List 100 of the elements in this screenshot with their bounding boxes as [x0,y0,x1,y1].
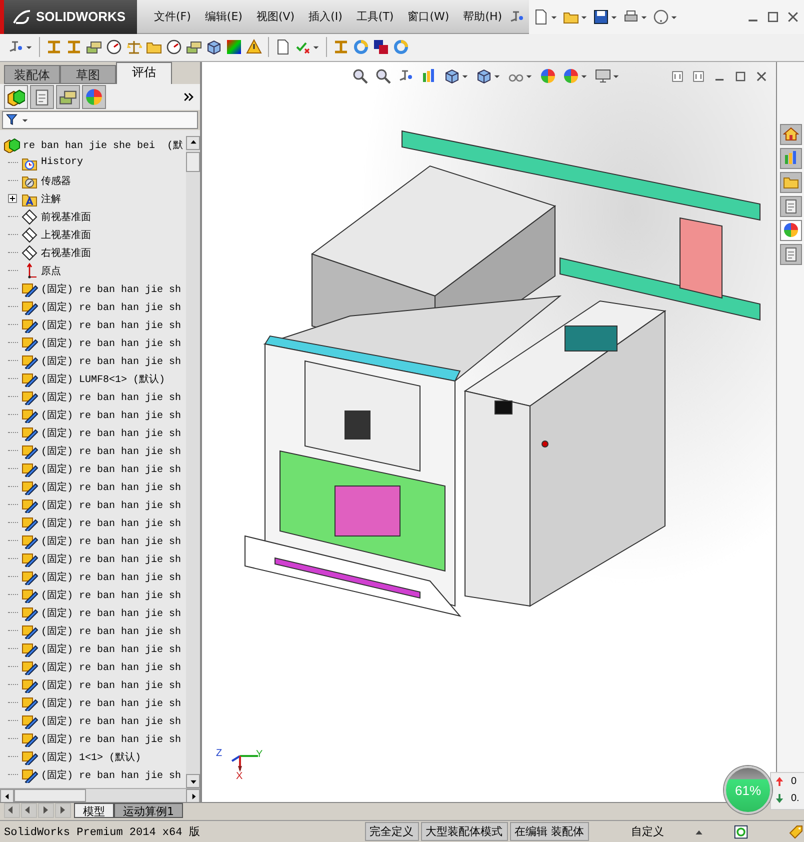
close-icon[interactable] [786,10,800,24]
tree-item[interactable]: (固定) re ban han jie sh [41,642,182,656]
color-gradient-icon[interactable] [226,39,242,56]
scroll-thumb[interactable] [186,152,200,172]
assembly-icon[interactable] [3,136,20,153]
part-icon[interactable] [21,586,38,603]
part-icon[interactable] [21,442,38,459]
tree-item[interactable]: (固定) re ban han jie sh [41,588,182,602]
menu-item[interactable]: 窗口(W) [400,6,456,27]
cube-icon[interactable] [444,68,460,84]
tree-item[interactable]: (固定) re ban han jie sh [41,516,182,530]
tree-item[interactable]: (固定) re ban han jie sh [41,552,182,566]
tree-item[interactable]: (固定) re ban han jie sh [41,660,182,674]
task-pane-button[interactable] [780,124,802,145]
tree-item[interactable]: (固定) re ban han jie sh [41,534,182,548]
beam-icon[interactable] [46,39,62,56]
panel-button[interactable] [82,84,106,109]
part-icon[interactable] [21,712,38,729]
panel-button[interactable] [56,84,80,109]
tree-item[interactable]: (固定) re ban han jie sh [41,282,182,296]
task-pane-button[interactable] [780,172,802,193]
part-icon[interactable] [21,478,38,495]
part-icon[interactable] [21,316,38,333]
part-icon[interactable] [21,532,38,549]
expand-icon[interactable] [8,194,17,204]
panel-tab[interactable]: 装配体 [4,64,60,84]
balance-scale-icon[interactable] [126,39,142,56]
tree-item[interactable]: 注解 [41,192,61,206]
tree-item[interactable]: (固定) re ban han jie sh [41,498,182,512]
tree-item[interactable]: (固定) re ban han jie sh [41,696,182,710]
tree-item[interactable]: (固定) re ban han jie sh [41,390,182,404]
stack-icon[interactable] [86,39,102,56]
dial-icon[interactable] [166,39,182,56]
tree-item[interactable]: 原点 [41,264,61,278]
plane-icon[interactable] [21,244,38,261]
tree-item[interactable]: 传感器 [41,174,71,188]
part-icon[interactable] [21,424,38,441]
menu-item[interactable]: 帮助(H) [456,6,510,27]
tree-item[interactable]: (固定) re ban han jie sh [41,462,182,476]
tree-item[interactable]: (固定) 1<1> (默认) [41,750,142,764]
restore-icon[interactable] [734,70,747,83]
panel-tab[interactable]: 草图 [60,64,116,84]
split-view-icon[interactable] [671,70,684,83]
tree-item[interactable]: (固定) re ban han jie sh [41,678,182,692]
menu-item[interactable]: 文件(F) [147,6,198,27]
tree-item[interactable]: History [41,157,84,168]
tree-item[interactable]: (固定) re ban han jie sh [41,606,182,620]
zoom-icon[interactable] [352,68,368,84]
document-icon[interactable] [275,39,291,56]
zoom-icon[interactable] [375,68,391,84]
warning-icon[interactable] [246,39,262,56]
beam-icon[interactable] [333,39,349,56]
bottom-tab[interactable]: 模型 [74,803,114,818]
monitor-icon[interactable] [595,68,611,84]
tree-item[interactable]: 右视基准面 [41,246,91,260]
part-icon[interactable] [21,748,38,765]
panel-button[interactable] [30,84,54,109]
tree-item[interactable]: (固定) re ban han jie sh [41,732,182,746]
tree-item[interactable]: (固定) re ban han jie sh [41,768,182,782]
tree-item[interactable]: (固定) re ban han jie sh [41,408,182,422]
part-icon[interactable] [21,730,38,747]
task-pane-button[interactable] [780,196,802,217]
menu-item[interactable]: 插入(I) [302,6,350,27]
task-pane-button[interactable] [780,220,802,241]
tree-item[interactable]: (固定) LUMF8<1> (默认) [41,372,166,386]
part-icon[interactable] [21,640,38,657]
part-icon[interactable] [21,280,38,297]
units-selector[interactable]: 自定义 [631,824,664,840]
scroll-left-icon[interactable] [2,792,12,801]
part-icon[interactable] [21,334,38,351]
part-icon[interactable] [21,352,38,369]
menu-item[interactable]: 视图(V) [249,6,302,27]
bottom-tab[interactable]: 运动算例1 [114,803,183,818]
part-icon[interactable] [21,388,38,405]
vertical-scrollbar[interactable] [186,136,200,788]
print-icon[interactable] [623,8,640,24]
task-pane-button[interactable] [780,244,802,265]
filter-field[interactable] [2,110,198,129]
tree-item[interactable]: (固定) re ban han jie sh [41,336,182,350]
part-icon[interactable] [21,460,38,477]
plane-icon[interactable] [21,208,38,225]
part-icon[interactable] [21,550,38,567]
tree-item[interactable]: 前视基准面 [41,210,91,224]
stack-icon[interactable] [186,39,202,56]
part-icon[interactable] [21,406,38,423]
part-icon[interactable] [21,568,38,585]
tree-item[interactable]: (固定) re ban han jie sh [41,570,182,584]
part-icon[interactable] [21,622,38,639]
color-wheel-icon[interactable] [563,68,579,84]
part-icon[interactable] [21,658,38,675]
split-view-icon[interactable] [692,70,705,83]
part-icon[interactable] [21,370,38,387]
tree-item[interactable]: re ban han jie she bei (默 [23,138,184,152]
part-icon[interactable] [21,298,38,315]
beam-icon[interactable] [66,39,82,56]
panel-button[interactable] [4,84,28,109]
horizontal-scrollbar[interactable] [0,788,200,802]
part-icon[interactable] [21,694,38,711]
part-icon[interactable] [21,676,38,693]
task-pane-button[interactable] [780,148,802,169]
